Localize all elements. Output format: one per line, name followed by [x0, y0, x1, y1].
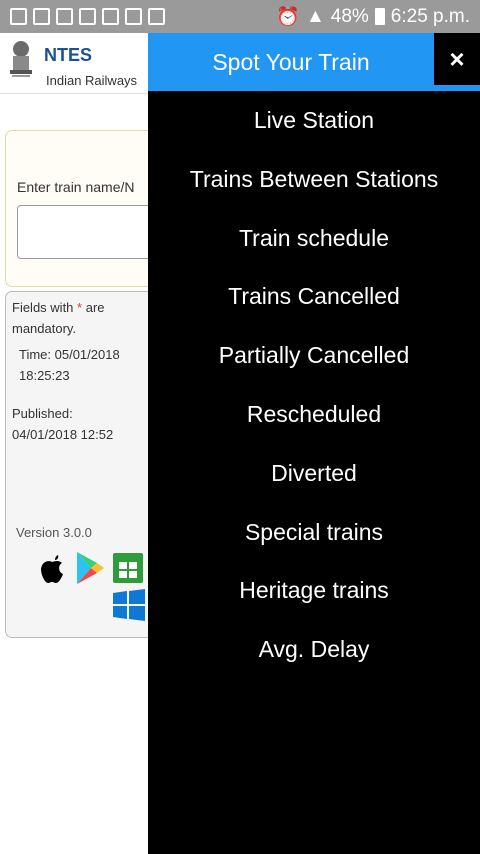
version-label: Version 3.0.0 — [16, 525, 92, 540]
menu-item-live-station[interactable]: Live Station — [148, 91, 480, 150]
signal-icon: ▲ — [305, 5, 325, 27]
windows-logo-icon[interactable] — [112, 588, 146, 622]
status-bar: ⏰ ▲ 48% 6:25 p.m. — [0, 0, 480, 33]
notification-icon — [148, 8, 165, 25]
brand-title: NTES — [44, 45, 93, 65]
apple-icon[interactable] — [38, 553, 66, 593]
drawer-menu: Live Station Trains Between Stations Tra… — [148, 91, 480, 679]
notification-icons — [10, 8, 165, 25]
required-mark: * — [77, 300, 83, 315]
mandatory-note-prefix: Fields with — [12, 300, 74, 315]
menu-item-special-trains[interactable]: Special trains — [148, 503, 480, 562]
mandatory-note-line2: mandatory. — [12, 321, 77, 336]
clock: 6:25 p.m. — [390, 5, 470, 27]
notification-icon — [33, 8, 50, 25]
windows-store-icon[interactable] — [113, 553, 143, 583]
close-icon[interactable]: × — [434, 33, 480, 85]
time-value: 18:25:23 — [19, 368, 70, 383]
menu-item-trains-between-stations[interactable]: Trains Between Stations — [148, 150, 480, 209]
battery-percent: 48% — [330, 5, 369, 27]
notification-icon — [10, 8, 27, 25]
mandatory-note-suffix: are — [85, 300, 105, 315]
menu-item-partially-cancelled[interactable]: Partially Cancelled — [148, 326, 480, 385]
system-icons: ⏰ ▲ 48% 6:25 p.m. — [276, 5, 470, 29]
menu-item-avg-delay[interactable]: Avg. Delay — [148, 620, 480, 679]
google-play-icon[interactable] — [75, 551, 105, 585]
notification-icon — [79, 8, 96, 25]
battery-icon — [374, 8, 385, 25]
published-value: 04/01/2018 12:52 — [12, 427, 114, 442]
drawer-title: Spot Your Train — [212, 49, 370, 75]
notification-icon — [125, 8, 142, 25]
published-label: Published: — [12, 406, 73, 421]
drawer-header: Spot Your Train × — [148, 33, 480, 91]
emblem-icon — [10, 41, 32, 77]
train-input-label: Enter train name/N — [17, 179, 135, 195]
mandatory-note: Fields with * are mandatory. — [12, 297, 105, 339]
menu-item-heritage-trains[interactable]: Heritage trains — [148, 561, 480, 620]
notification-icon — [102, 8, 119, 25]
time-label: Time: 05/01/2018 — [19, 347, 120, 362]
alarm-icon: ⏰ — [276, 6, 300, 28]
menu-item-train-schedule[interactable]: Train schedule — [148, 209, 480, 268]
menu-item-diverted[interactable]: Diverted — [148, 444, 480, 503]
brand-subtitle: Indian Railways — [46, 73, 138, 88]
notification-icon — [56, 8, 73, 25]
navigation-drawer: Spot Your Train × Live Station Trains Be… — [148, 33, 480, 854]
menu-item-rescheduled[interactable]: Rescheduled — [148, 385, 480, 444]
published-info: Published: 04/01/2018 12:52 — [12, 403, 113, 445]
time-info: Time: 05/01/2018 18:25:23 — [19, 344, 120, 386]
menu-item-trains-cancelled[interactable]: Trains Cancelled — [148, 267, 480, 326]
